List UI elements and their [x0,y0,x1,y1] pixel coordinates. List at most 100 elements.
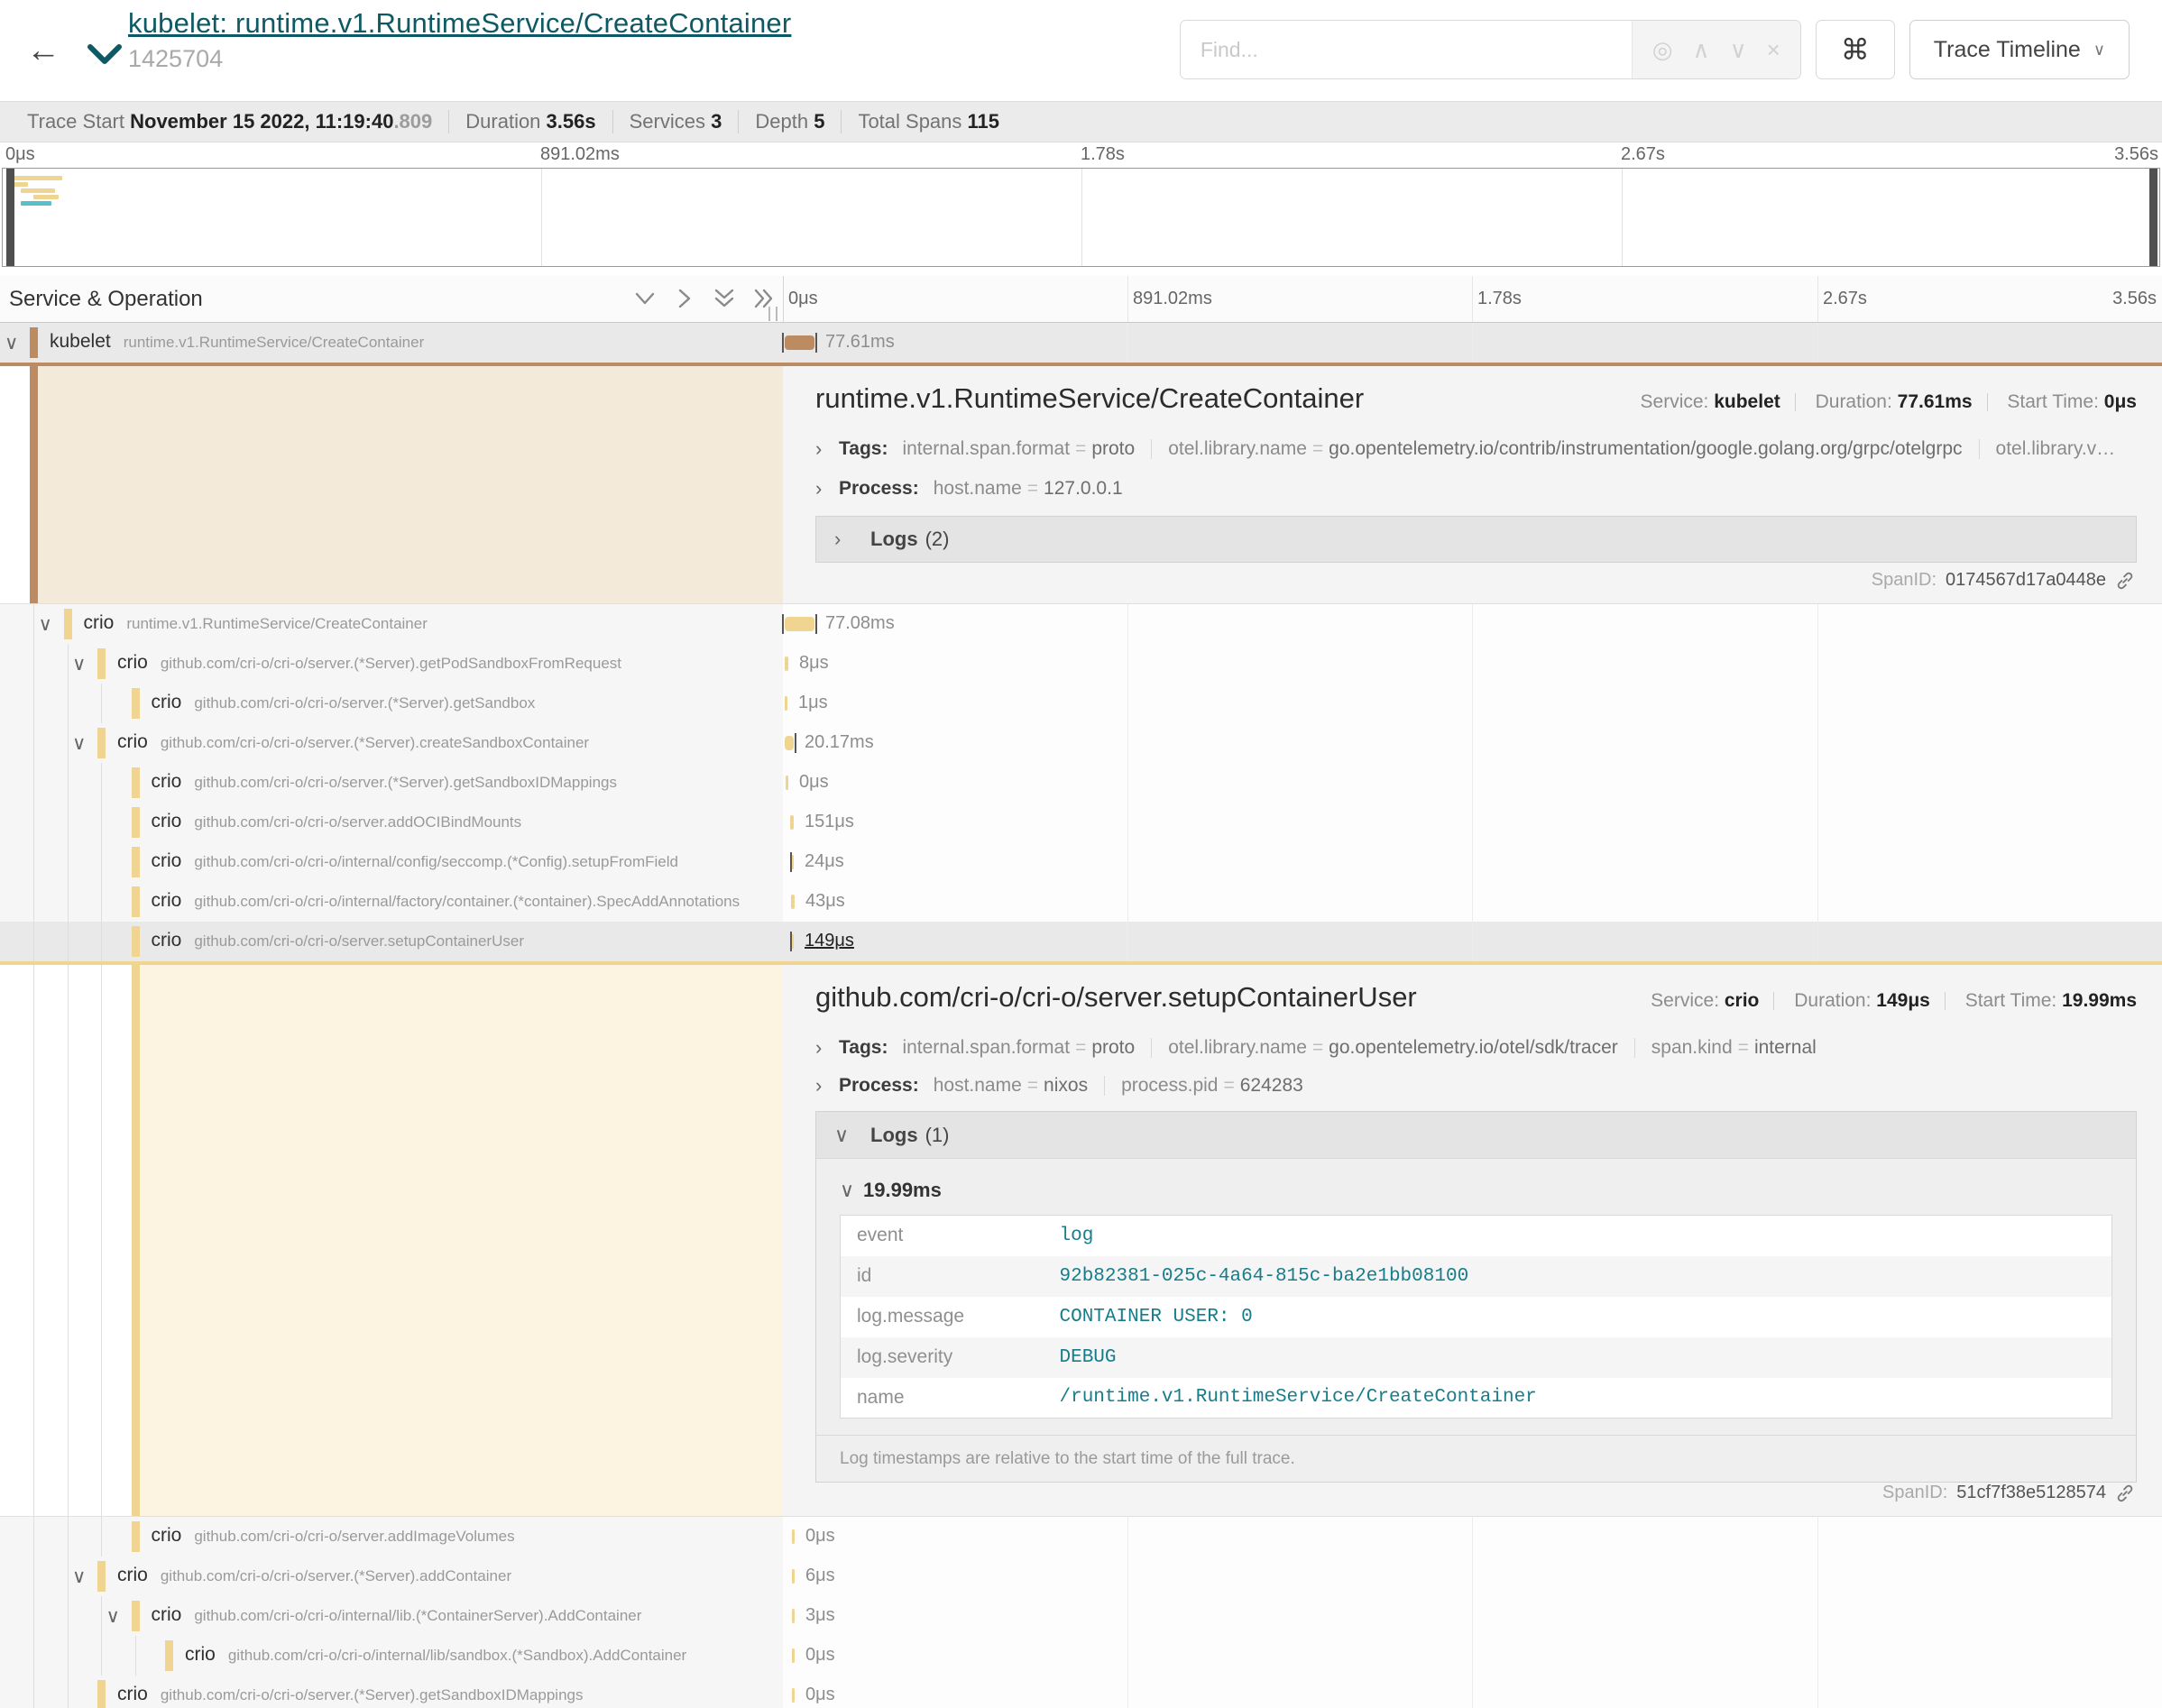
span-row[interactable]: criogithub.com/cri-o/cri-o/server.addOCI… [0,803,2162,842]
span-duration-bar[interactable] [792,1529,795,1544]
service-color-strip [132,847,140,877]
process-row[interactable]: › Process: host.name=127.0.0.1 [815,469,2137,509]
minimap-left-handle[interactable] [6,169,14,266]
span-name-cell[interactable]: criogithub.com/cri-o/cri-o/internal/lib/… [0,1636,783,1676]
span-row[interactable]: ∨criogithub.com/cri-o/cri-o/server.(*Ser… [0,644,2162,684]
tags-row[interactable]: › Tags: internal.span.format=protootel.l… [815,429,2137,469]
span-row[interactable]: criogithub.com/cri-o/cri-o/internal/fact… [0,882,2162,922]
span-name-cell[interactable]: criogithub.com/cri-o/cri-o/server.(*Serv… [0,763,783,803]
span-duration-bar[interactable] [785,696,787,711]
span-timeline-cell[interactable]: 24μs [783,842,2162,882]
span-timeline-cell[interactable]: 6μs [783,1556,2162,1596]
span-duration-bar[interactable] [792,1569,795,1584]
column-resizer[interactable] [768,307,777,321]
keyboard-shortcuts-button[interactable]: ⌘ [1816,20,1895,79]
span-timeline-cell[interactable]: 1μs [783,684,2162,723]
span-rows: criogithub.com/cri-o/cri-o/server.addIma… [0,1517,2162,1708]
span-duration-bar[interactable] [792,1609,795,1623]
span-row[interactable]: ∨criogithub.com/cri-o/cri-o/server.(*Ser… [0,1556,2162,1596]
chevron-down-icon[interactable]: ∨ [5,332,18,354]
trace-depth: Depth 5 [738,110,841,133]
span-duration-bar[interactable] [786,776,788,790]
indent-guide [33,922,34,961]
span-timeline-cell[interactable]: 20.17ms [783,723,2162,763]
collapse-one-icon[interactable] [631,285,658,312]
chevron-down-icon[interactable]: ∨ [72,1566,86,1588]
span-duration-bar[interactable] [785,617,814,631]
trace-minimap[interactable] [2,168,2160,267]
operation-name: github.com/cri-o/cri-o/server.(*Server).… [161,734,589,751]
span-name-cell[interactable]: ∨crioruntime.v1.RuntimeService/CreateCon… [0,604,783,644]
span-row[interactable]: ∨crioruntime.v1.RuntimeService/CreateCon… [0,604,2162,644]
locate-icon[interactable]: ◎ [1652,36,1673,64]
span-timeline-cell[interactable]: 8μs [783,644,2162,684]
chevron-down-icon[interactable]: ∨ [106,1605,120,1628]
span-timeline-cell[interactable]: 0μs [783,1636,2162,1676]
find-input[interactable] [1181,21,1632,78]
span-name-cell[interactable]: criogithub.com/cri-o/cri-o/server.(*Serv… [0,1676,783,1708]
timeline-gridline [1817,803,1818,842]
span-row[interactable]: ∨kubeletruntime.v1.RuntimeService/Create… [0,323,2162,363]
span-name-cell[interactable]: ∨criogithub.com/cri-o/cri-o/server.(*Ser… [0,644,783,684]
span-timeline-cell[interactable]: 149μs [783,922,2162,961]
span-name-cell[interactable]: criogithub.com/cri-o/cri-o/server.(*Serv… [0,684,783,723]
span-detail-setupcontaineruser: github.com/cri-o/cri-o/server.setupConta… [0,961,2162,1517]
process-row[interactable]: › Process: host.name=nixosprocess.pid=62… [815,1068,2137,1104]
span-timeline-cell[interactable]: 0μs [783,1517,2162,1556]
span-row[interactable]: criogithub.com/cri-o/cri-o/internal/lib/… [0,1636,2162,1676]
next-result-icon[interactable]: ∨ [1730,36,1747,64]
span-row[interactable]: criogithub.com/cri-o/cri-o/internal/conf… [0,842,2162,882]
span-name-cell[interactable]: ∨criogithub.com/cri-o/cri-o/internal/lib… [0,1596,783,1636]
view-selector-button[interactable]: Trace Timeline ∨ [1909,20,2130,79]
chevron-down-icon[interactable]: ∨ [72,653,86,675]
span-name-cell[interactable]: ∨kubeletruntime.v1.RuntimeService/Create… [0,323,783,363]
span-duration-bar[interactable] [792,1648,795,1663]
span-duration-bar[interactable] [785,736,794,750]
prev-result-icon[interactable]: ∧ [1693,36,1710,64]
clear-search-icon[interactable]: × [1767,36,1780,64]
span-row[interactable]: criogithub.com/cri-o/cri-o/server.(*Serv… [0,763,2162,803]
span-row[interactable]: criogithub.com/cri-o/cri-o/server.(*Serv… [0,684,2162,723]
span-row[interactable]: criogithub.com/cri-o/cri-o/server.addIma… [0,1517,2162,1556]
collapse-trace-chevron[interactable] [83,32,126,76]
logs-accordion[interactable]: › Logs (2) [815,516,2137,563]
link-icon[interactable] [2115,571,2135,591]
span-row[interactable]: ∨criogithub.com/cri-o/cri-o/server.(*Ser… [0,723,2162,763]
chevron-down-icon[interactable]: ∨ [72,732,86,755]
minimap-tick: 1.78s [1081,144,1125,165]
span-name-cell[interactable]: criogithub.com/cri-o/cri-o/internal/conf… [0,842,783,882]
span-name-cell[interactable]: ∨criogithub.com/cri-o/cri-o/server.(*Ser… [0,723,783,763]
span-name-cell[interactable]: ∨criogithub.com/cri-o/cri-o/server.(*Ser… [0,1556,783,1596]
span-timeline-cell[interactable]: 43μs [783,882,2162,922]
span-timeline-cell[interactable]: 3μs [783,1596,2162,1636]
minimap-right-handle[interactable] [2149,169,2157,266]
collapse-all-icon[interactable] [711,285,738,312]
span-timeline-cell[interactable]: 151μs [783,803,2162,842]
back-button[interactable]: ← [16,23,70,78]
span-duration-bar[interactable] [791,895,795,909]
span-name-cell[interactable]: criogithub.com/cri-o/cri-o/server.addIma… [0,1517,783,1556]
span-name-cell[interactable]: criogithub.com/cri-o/cri-o/server.addOCI… [0,803,783,842]
span-duration-bar[interactable] [792,1688,795,1703]
log-entry-header[interactable]: ∨ 19.99ms [840,1171,2112,1209]
logs-accordion[interactable]: ∨ Logs (1) [816,1112,2136,1159]
span-row[interactable]: ∨criogithub.com/cri-o/cri-o/internal/lib… [0,1596,2162,1636]
span-row[interactable]: criogithub.com/cri-o/cri-o/server.setupC… [0,922,2162,961]
span-row[interactable]: criogithub.com/cri-o/cri-o/server.(*Serv… [0,1676,2162,1708]
span-duration-bar[interactable] [790,815,794,830]
span-duration-bar[interactable] [785,335,814,350]
tags-row[interactable]: › Tags: internal.span.format=protootel.l… [815,1028,2137,1068]
link-icon[interactable] [2115,1483,2135,1503]
span-timeline-cell[interactable]: 77.08ms [783,604,2162,644]
span-duration-bar[interactable] [785,657,788,671]
operation-name: github.com/cri-o/cri-o/server.addOCIBind… [194,813,521,831]
expand-one-icon[interactable] [671,285,698,312]
chevron-down-icon[interactable]: ∨ [39,613,52,636]
span-name-cell[interactable]: criogithub.com/cri-o/cri-o/server.setupC… [0,922,783,961]
operation-name: github.com/cri-o/cri-o/server.(*Server).… [161,1567,511,1584]
span-timeline-cell[interactable]: 0μs [783,763,2162,803]
trace-title-link[interactable]: kubelet: runtime.v1.RuntimeService/Creat… [128,7,791,40]
span-timeline-cell[interactable]: 0μs [783,1676,2162,1708]
span-timeline-cell[interactable]: 77.61ms [783,323,2162,363]
span-name-cell[interactable]: criogithub.com/cri-o/cri-o/internal/fact… [0,882,783,922]
